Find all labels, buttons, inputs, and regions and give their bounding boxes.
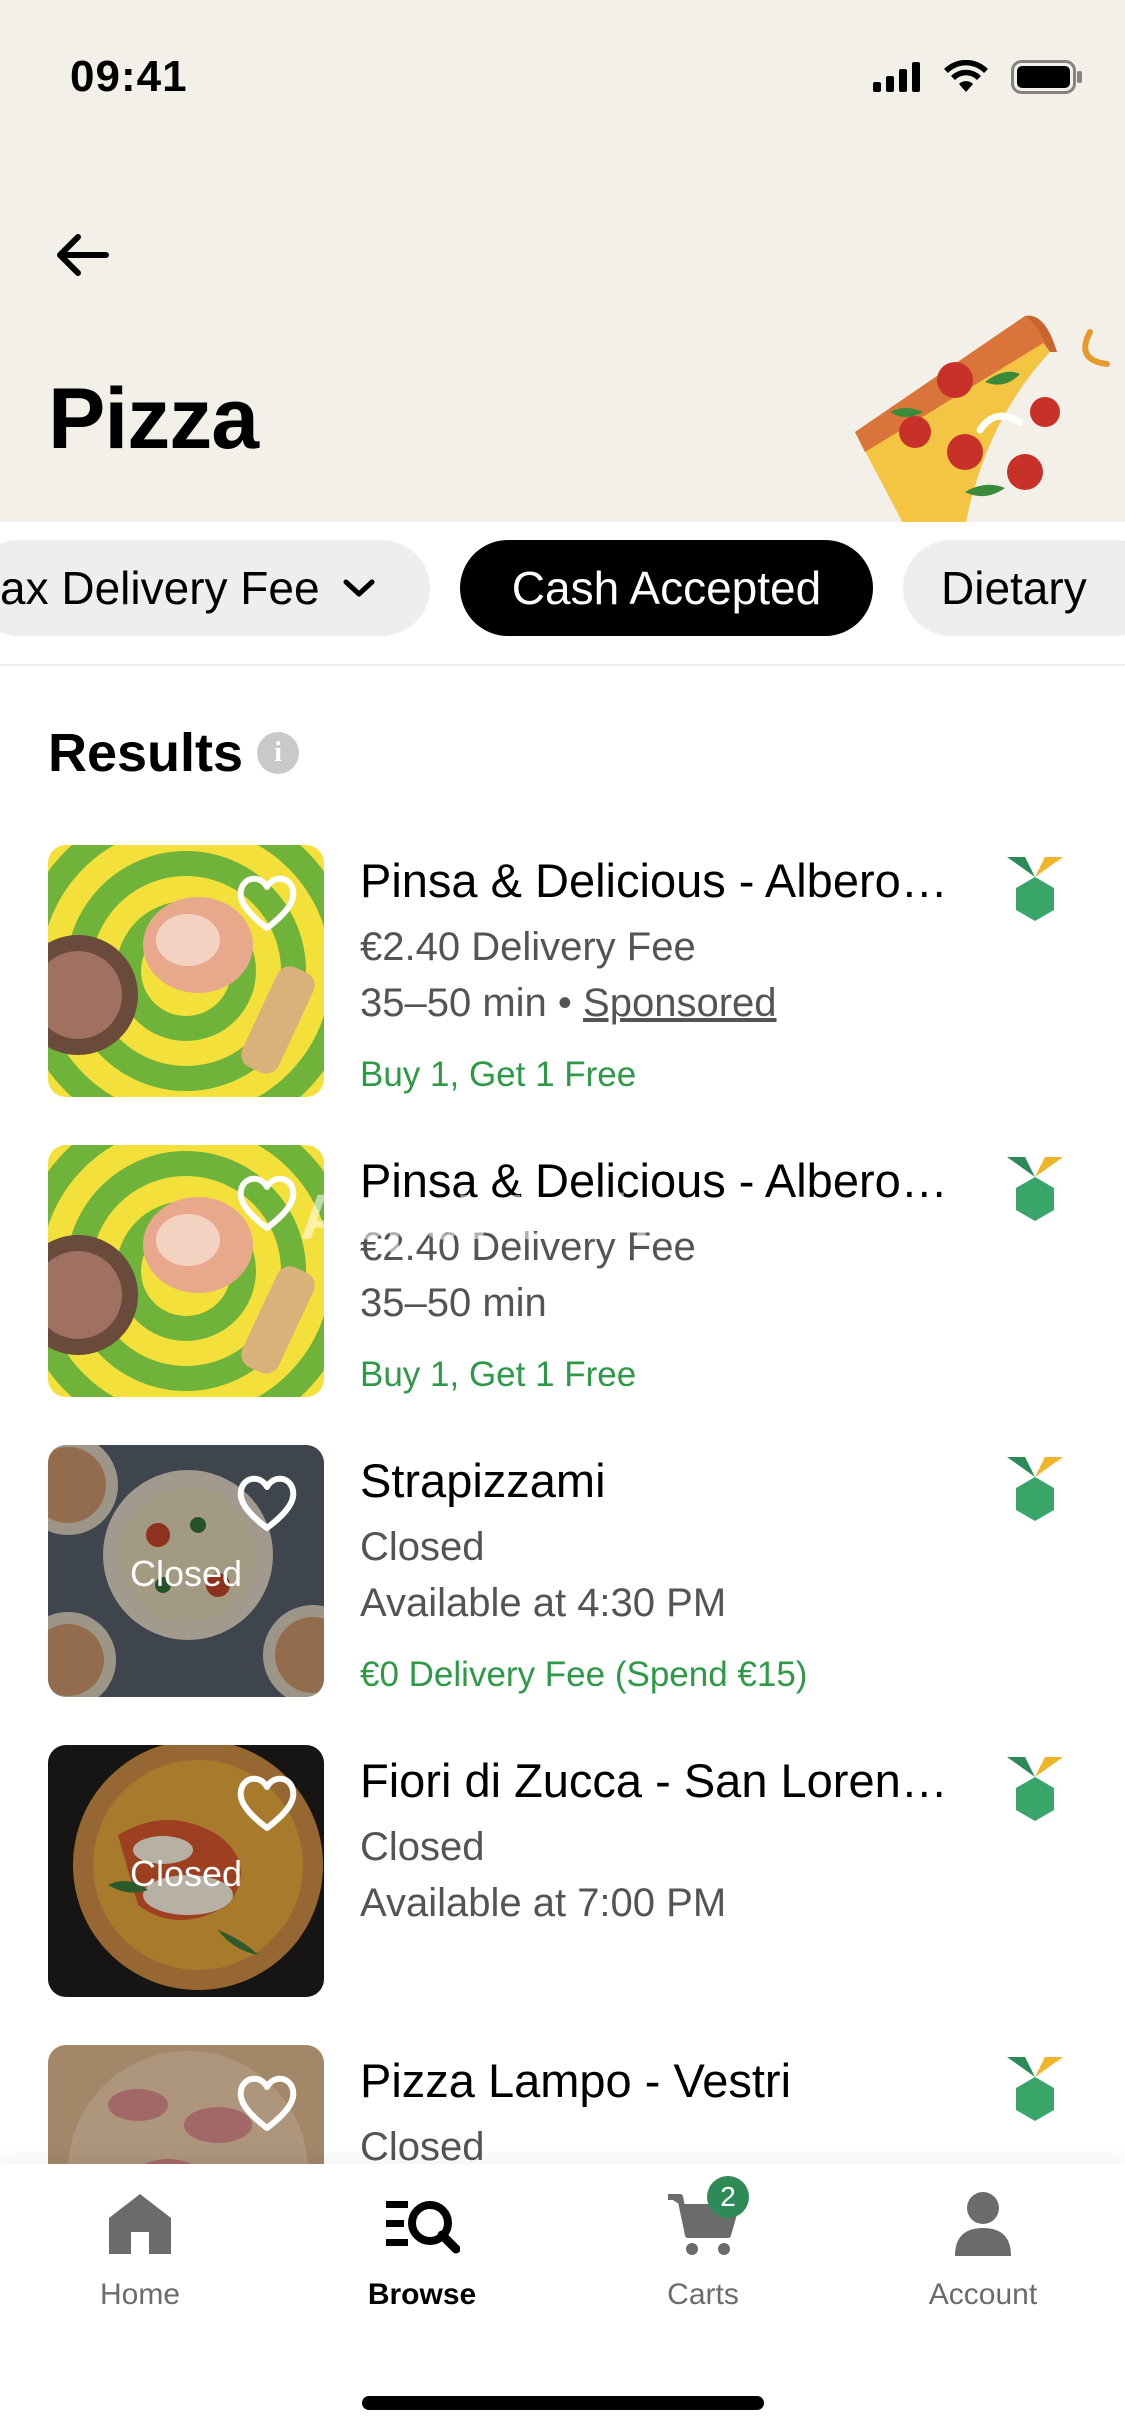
list-item[interactable]: Closed Fiori di Zucca - San Loren… Close… <box>0 1745 1125 2045</box>
status: Closed <box>360 1825 485 1869</box>
tab-label: Account <box>928 2278 1038 2311</box>
tab-label: Home <box>99 2278 181 2311</box>
heart-icon[interactable] <box>234 1173 300 1233</box>
pizza-illustration <box>855 315 1110 522</box>
header: 09:41 Pizza <box>0 0 1125 522</box>
restaurant-image: Closed <box>48 1745 324 1997</box>
heart-icon[interactable] <box>234 2073 300 2133</box>
cart-icon: 2 <box>663 2176 749 2264</box>
promo-text: €0 Delivery Fee (Spend €15) <box>360 1655 808 1694</box>
eta-line: 35–50 min • Sponsored <box>360 981 777 1026</box>
filter-chips: ax Delivery Fee Cash Accepted Dietary <box>0 540 1125 636</box>
separator: • <box>546 981 584 1025</box>
availability: Available at 4:30 PM <box>360 1581 727 1625</box>
top-rated-badge-icon <box>1007 857 1063 921</box>
restaurant-image: Closed <box>48 1445 324 1697</box>
filter-max-delivery-fee[interactable]: ax Delivery Fee <box>0 540 430 636</box>
battery-icon <box>1011 60 1082 94</box>
eta: 35–50 min <box>360 1281 547 1325</box>
cart-count-badge: 2 <box>707 2176 749 2218</box>
status-time: 09:41 <box>70 52 188 101</box>
closed-overlay-label: Closed <box>129 1553 243 1594</box>
filter-label: ax Delivery Fee <box>0 562 320 614</box>
filter-label: Dietary <box>941 562 1087 614</box>
top-rated-badge-icon <box>1007 1757 1063 1821</box>
heart-icon[interactable] <box>234 1773 300 1833</box>
restaurant-name: Pizza Lampo - Vestri <box>360 2054 792 2107</box>
watermark: AppsWatcher.com <box>300 1181 856 1253</box>
chevron-down-icon <box>342 577 376 599</box>
tab-account[interactable]: Account <box>883 2184 1083 2344</box>
promo-text: Buy 1, Get 1 Free <box>360 1355 637 1394</box>
top-rated-badge-icon <box>1007 1457 1063 1521</box>
results-heading: Results i <box>48 722 300 784</box>
restaurant-name: Strapizzami <box>360 1454 606 1507</box>
signal-icon <box>873 62 920 92</box>
restaurant-name: Fiori di Zucca - San Loren… <box>360 1754 948 1807</box>
home-indicator <box>362 2396 764 2410</box>
list-item[interactable]: Closed Strapizzami Closed Available at 4… <box>0 1445 1125 1745</box>
wifi-icon <box>944 60 988 92</box>
closed-overlay-label: Closed <box>129 1853 243 1894</box>
heart-icon[interactable] <box>234 1473 300 1533</box>
browse-icon <box>382 2184 462 2264</box>
delivery-fee: €2.40 Delivery Fee <box>360 925 696 969</box>
tab-browse[interactable]: Browse <box>322 2184 522 2344</box>
arrow-left-icon <box>57 234 109 276</box>
promo-text: Buy 1, Get 1 Free <box>360 1055 637 1094</box>
filter-cash-accepted[interactable]: Cash Accepted <box>460 540 873 636</box>
info-icon[interactable]: i <box>257 732 300 774</box>
top-rated-badge-icon <box>1007 2057 1063 2121</box>
status: Closed <box>360 1525 485 1569</box>
tab-label: Carts <box>667 2278 739 2311</box>
eta: 35–50 min <box>360 981 547 1025</box>
availability: Available at 7:00 PM <box>360 1881 727 1925</box>
restaurant-name: Pinsa & Delicious - Albero… <box>360 854 948 907</box>
tab-label: Browse <box>367 2278 477 2311</box>
back-button[interactable] <box>46 220 116 290</box>
restaurant-image <box>48 1145 324 1397</box>
heart-icon[interactable] <box>234 873 300 933</box>
tab-home[interactable]: Home <box>40 2184 240 2344</box>
account-icon <box>943 2184 1023 2264</box>
top-rated-badge-icon <box>1007 1157 1063 1221</box>
divider <box>0 664 1125 666</box>
results-title: Results <box>48 723 244 783</box>
status-icons <box>873 60 1083 94</box>
filter-dietary[interactable]: Dietary <box>903 540 1125 636</box>
filter-label: Cash Accepted <box>511 562 822 614</box>
home-icon <box>100 2184 180 2264</box>
tab-carts[interactable]: 2 Carts <box>603 2176 803 2344</box>
page-title: Pizza <box>48 371 259 467</box>
list-item[interactable]: Pinsa & Delicious - Albero… €2.40 Delive… <box>0 845 1125 1145</box>
sponsored-link[interactable]: Sponsored <box>583 981 776 1025</box>
restaurant-image <box>48 845 324 1097</box>
